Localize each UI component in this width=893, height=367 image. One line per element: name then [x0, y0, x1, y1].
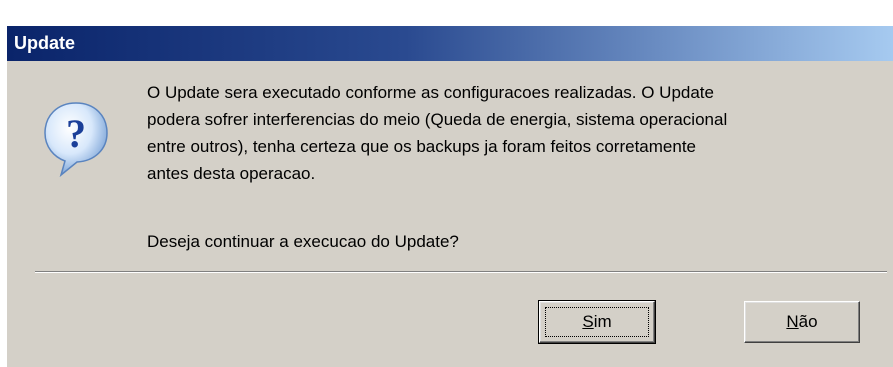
question-icon: ? — [41, 99, 111, 179]
no-button[interactable]: Não — [744, 301, 860, 343]
confirmation-question: Deseja continuar a execucao do Update? — [147, 232, 459, 251]
title-bar[interactable]: Update — [7, 26, 893, 61]
message-line: O Update sera executado conforme as conf… — [147, 83, 714, 102]
message-line: podera sofrer interferencias do meio (Qu… — [147, 110, 728, 129]
message-line: antes desta operacao. — [147, 164, 316, 183]
message-text: O Update sera executado conforme as conf… — [147, 79, 887, 187]
message-line: entre outros), tenha certeza que os back… — [147, 137, 697, 156]
svg-text:?: ? — [66, 111, 86, 156]
yes-button-label: Sim — [582, 312, 612, 331]
no-button-label: Não — [786, 312, 818, 331]
window-title: Update — [14, 33, 76, 53]
update-dialog: Update ? O Update sera executado conform… — [6, 25, 893, 367]
yes-button[interactable]: Sim — [538, 300, 656, 344]
separator — [35, 271, 887, 273]
